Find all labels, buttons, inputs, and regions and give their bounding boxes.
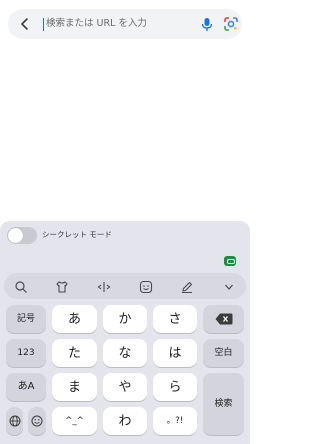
key-ka[interactable]: か [103,305,147,333]
ime-status-icon [224,256,236,266]
back-arrow-icon[interactable] [18,16,32,32]
text-cursor [43,18,44,31]
keyboard-panel: シークレット モード 記号 あ か さ 123 た な は 空白 あA ま や … [0,221,250,444]
key-ra[interactable]: ら [153,373,197,401]
key-ha[interactable]: は [153,339,197,367]
emoji-icon[interactable] [139,279,153,294]
kaomoji-key[interactable]: ^_^ [52,407,97,435]
key-ya[interactable]: や [103,373,147,401]
key-a[interactable]: あ [52,305,97,333]
language-key[interactable] [6,407,23,435]
key-ta[interactable]: た [52,339,97,367]
globe-icon [9,415,20,427]
punctuation-key[interactable]: 。?! [153,407,197,435]
emoji-key[interactable] [28,407,46,435]
toggle-knob [8,228,23,243]
key-sa[interactable]: さ [153,305,197,333]
clipboard-shirt-icon[interactable] [55,279,69,293]
microphone-icon[interactable] [201,17,213,32]
smiley-icon [31,415,43,427]
key-ma[interactable]: ま [52,373,97,401]
incognito-row: シークレット モード [0,221,250,251]
space-key[interactable]: 空白 [203,339,244,367]
key-na[interactable]: な [103,339,147,367]
backspace-icon [215,313,232,325]
cursor-move-icon[interactable] [97,279,111,293]
search-bar[interactable]: 検索または URL を入力 [8,9,242,39]
incognito-label: シークレット モード [42,230,112,239]
search-icon[interactable] [14,279,28,293]
search-key[interactable]: 検索 [203,373,244,435]
edit-pen-icon[interactable] [180,279,194,293]
symbols-key[interactable]: 記号 [6,305,46,333]
key-wa[interactable]: わ [103,407,147,435]
google-lens-icon[interactable] [223,16,239,32]
search-input[interactable]: 検索または URL を入力 [46,17,147,31]
keyboard-toolbar [4,273,246,299]
collapse-keyboard-icon[interactable] [222,279,236,293]
numbers-key[interactable]: 123 [6,339,46,367]
input-mode-key[interactable]: あA [6,373,46,401]
backspace-key[interactable] [203,305,244,333]
incognito-toggle[interactable] [7,227,37,244]
